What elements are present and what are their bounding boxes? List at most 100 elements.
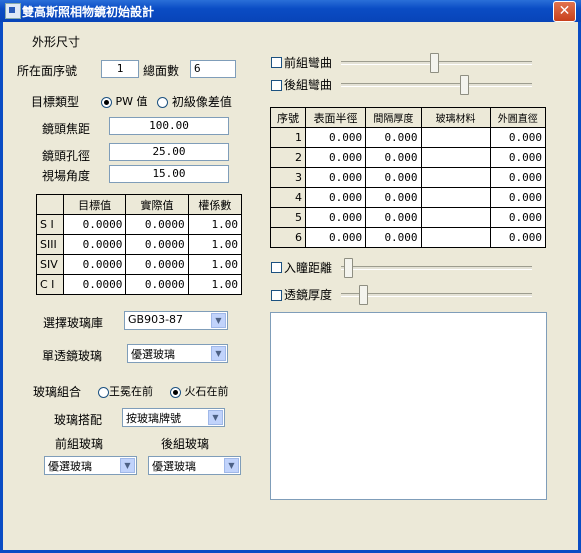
actual-cell[interactable]: 0.0000: [125, 234, 189, 255]
fov-field[interactable]: 15.00: [109, 165, 229, 183]
radio-crown-dot[interactable]: [98, 386, 109, 398]
glass-lib-label: 選擇玻璃庫: [43, 316, 104, 330]
chevron-down-icon[interactable]: ▼: [211, 346, 226, 361]
radius-cell[interactable]: 0.000: [304, 147, 367, 168]
weight-cell[interactable]: 1.00: [187, 254, 243, 275]
table-row: 4 0.000 0.000 0.000: [270, 187, 547, 208]
radio-pw-dot[interactable]: [101, 96, 112, 108]
radio-flint-dot[interactable]: [170, 386, 181, 398]
front-bend-label: 前組彎曲: [284, 56, 333, 70]
col-header: 表面半徑: [304, 107, 367, 128]
radius-cell[interactable]: 0.000: [304, 207, 367, 228]
thickness-cell[interactable]: 0.000: [365, 187, 422, 208]
weight-cell[interactable]: 1.00: [187, 214, 243, 235]
material-cell[interactable]: [420, 187, 491, 208]
material-cell[interactable]: [420, 207, 491, 228]
thickness-cell[interactable]: 0.000: [365, 127, 422, 148]
back-bend-slider[interactable]: [341, 83, 532, 87]
section-title: 外形尺寸: [32, 35, 81, 49]
single-glass-select[interactable]: 優選玻璃 ▼: [127, 344, 228, 363]
actual-cell[interactable]: 0.0000: [125, 254, 189, 275]
lens-thickness-label: 透鏡厚度: [284, 288, 333, 302]
radio-flint-first[interactable]: 火石在前: [170, 383, 229, 399]
title-bar[interactable]: 雙高斯照相物鏡初始設計: [0, 0, 581, 22]
diameter-cell[interactable]: 0.000: [489, 187, 547, 208]
aperture-field[interactable]: 25.00: [109, 143, 229, 161]
glass-lib-select[interactable]: GB903-87 ▼: [124, 311, 228, 330]
glass-lib-value: GB903-87: [128, 313, 184, 326]
radius-cell[interactable]: 0.000: [304, 127, 367, 148]
radio-primary-dot[interactable]: [157, 97, 168, 108]
match-label: 玻璃搭配: [54, 413, 103, 427]
radio-pw[interactable]: PW 值: [101, 93, 148, 109]
back-bend-slider-thumb[interactable]: [460, 75, 469, 95]
front-group-select[interactable]: 優選玻璃 ▼: [44, 456, 137, 475]
row-number: 2: [270, 147, 306, 168]
diameter-cell[interactable]: 0.000: [489, 227, 547, 248]
thickness-cell[interactable]: 0.000: [365, 167, 422, 188]
aperture-label: 鏡頭孔徑: [42, 149, 91, 163]
material-cell[interactable]: [420, 127, 491, 148]
radio-crown-label: 王冕在前: [109, 385, 153, 398]
face-no-field[interactable]: 1: [101, 60, 139, 78]
material-cell[interactable]: [420, 227, 491, 248]
front-group-label: 前組玻璃: [55, 437, 104, 451]
target-cell[interactable]: 0.0000: [62, 254, 127, 275]
actual-cell[interactable]: 0.0000: [125, 274, 189, 295]
table-row: C I 0.0000 0.0000 1.00: [36, 274, 243, 295]
focal-field[interactable]: 100.00: [109, 117, 229, 135]
back-bend-checkbox[interactable]: [271, 80, 282, 91]
target-type-label: 目標類型: [31, 95, 80, 109]
match-select[interactable]: 按玻璃牌號 ▼: [122, 408, 225, 427]
radius-cell[interactable]: 0.000: [304, 227, 367, 248]
lens-thickness-slider[interactable]: [341, 293, 532, 297]
chevron-down-icon[interactable]: ▼: [211, 313, 226, 328]
table-row: SIII 0.0000 0.0000 1.00: [36, 234, 243, 255]
diameter-cell[interactable]: 0.000: [489, 207, 547, 228]
pupil-distance-slider[interactable]: [341, 266, 532, 270]
thickness-cell[interactable]: 0.000: [365, 207, 422, 228]
row-number: 1: [270, 127, 306, 148]
col-header: 間隔厚度: [365, 107, 422, 128]
radio-primary-aberration[interactable]: 初級像差值: [157, 93, 232, 110]
front-bend-slider-thumb[interactable]: [430, 53, 439, 73]
window-title: 雙高斯照相物鏡初始設計: [22, 5, 155, 19]
target-cell[interactable]: 0.0000: [62, 274, 127, 295]
radio-flint-label: 火石在前: [184, 385, 229, 398]
weight-cell[interactable]: 1.00: [187, 274, 243, 295]
total-faces-field[interactable]: 6: [190, 60, 236, 78]
radius-cell[interactable]: 0.000: [304, 187, 367, 208]
actual-cell[interactable]: 0.0000: [125, 214, 189, 235]
diameter-cell[interactable]: 0.000: [489, 167, 547, 188]
target-cell[interactable]: 0.0000: [62, 234, 127, 255]
chevron-down-icon[interactable]: ▼: [120, 458, 135, 473]
surface-table: 序號 表面半徑 間隔厚度 玻璃材料 外圓直徑 1 0.000 0.000 0.0…: [270, 107, 547, 248]
diameter-cell[interactable]: 0.000: [489, 147, 547, 168]
pupil-distance-slider-thumb[interactable]: [344, 258, 353, 278]
material-cell[interactable]: [420, 167, 491, 188]
radio-primary-label: 初級像差值: [171, 95, 232, 109]
chevron-down-icon[interactable]: ▼: [224, 458, 239, 473]
radio-crown-first[interactable]: 王冕在前: [98, 383, 153, 399]
diameter-cell[interactable]: 0.000: [489, 127, 547, 148]
output-text-area[interactable]: [270, 312, 547, 500]
thickness-cell[interactable]: 0.000: [365, 147, 422, 168]
row-number: 6: [270, 227, 306, 248]
lens-thickness-checkbox[interactable]: [271, 290, 282, 301]
col-header: 序號: [270, 107, 306, 128]
chevron-down-icon[interactable]: ▼: [208, 410, 223, 425]
row-label: S I: [36, 214, 64, 235]
pupil-distance-checkbox[interactable]: [271, 262, 282, 273]
close-button[interactable]: ✕: [553, 1, 576, 22]
lens-thickness-slider-thumb[interactable]: [359, 285, 368, 305]
back-group-select[interactable]: 優選玻璃 ▼: [148, 456, 241, 475]
target-cell[interactable]: 0.0000: [62, 214, 127, 235]
aberration-table: 目標值 實際值 權係數 S I 0.0000 0.0000 1.00 SIII …: [36, 194, 243, 295]
front-bend-checkbox[interactable]: [271, 57, 282, 68]
radius-cell[interactable]: 0.000: [304, 167, 367, 188]
weight-cell[interactable]: 1.00: [187, 234, 243, 255]
material-cell[interactable]: [420, 147, 491, 168]
thickness-cell[interactable]: 0.000: [365, 227, 422, 248]
match-value: 按玻璃牌號: [126, 412, 181, 425]
combo-label: 玻璃組合: [33, 385, 82, 399]
